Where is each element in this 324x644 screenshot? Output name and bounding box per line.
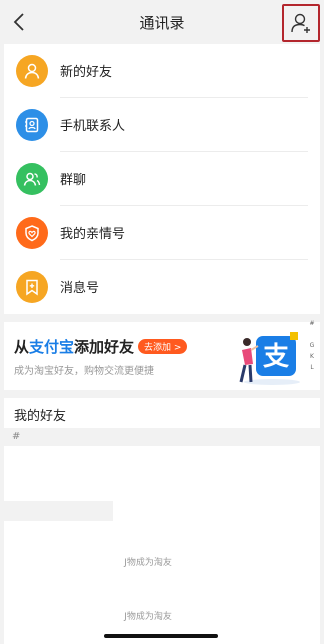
alipay-add-friend-banner[interactable]: 从支付宝添加好友 去添加 > 成为淘宝好友，购物交流更便捷 支 [4, 322, 320, 390]
page-title: 通讯录 [139, 14, 185, 32]
menu-item-label: 手机联系人 [60, 119, 126, 134]
top-bar: 通讯录 [0, 0, 324, 44]
menu-item-phone-contacts[interactable]: 手机联系人 [4, 98, 320, 152]
menu-item-family-number[interactable]: 我的亲情号 [4, 206, 320, 260]
contact-book-icon [16, 109, 48, 141]
menu-item-label: 群聊 [60, 173, 87, 188]
go-add-button[interactable]: 去添加 > [138, 339, 188, 354]
svg-text:支: 支 [263, 342, 289, 372]
menu-item-label: 我的亲情号 [60, 227, 126, 242]
person-icon [16, 55, 48, 87]
friend-item-text: J物成为淘友 [124, 612, 172, 622]
menu-item-label: 消息号 [60, 281, 100, 296]
menu-item-group-chat[interactable]: 群聊 [4, 152, 320, 206]
placeholder-block [4, 501, 113, 521]
alpha-index-item[interactable]: L [308, 362, 316, 373]
menu-item-message-account[interactable]: 消息号 [4, 260, 320, 314]
banner-title: 从支付宝添加好友 去添加 > [14, 336, 188, 357]
alipay-illustration-icon: 支 [239, 332, 300, 385]
banner-title-prefix: 从 [14, 338, 30, 356]
menu-item-new-friends[interactable]: 新的好友 [4, 44, 320, 98]
list-item[interactable]: J物成为淘友 [4, 609, 320, 622]
add-friend-button[interactable] [282, 4, 320, 42]
contacts-menu: 新的好友 手机联系人 群聊 我的亲情号 消息号 [4, 44, 320, 314]
banner-title-suffix: 添加好友 [74, 338, 135, 356]
my-friends-section: 我的好友 # J物成为淘友 J物成为淘友 [4, 398, 320, 644]
home-indicator[interactable] [104, 634, 218, 638]
section-heading: 我的好友 [14, 409, 67, 424]
list-item[interactable]: J物成为淘友 [4, 555, 320, 568]
alipay-text: 支付宝 [29, 338, 75, 356]
alpha-index-item[interactable]: # [308, 318, 316, 329]
alpha-index-item[interactable]: G [308, 340, 316, 351]
alphabet-index[interactable]: # G K L [308, 318, 316, 373]
menu-item-label: 新的好友 [60, 65, 113, 80]
add-person-icon [291, 13, 310, 33]
friend-item-text: J物成为淘友 [124, 558, 172, 568]
index-header: # [4, 428, 320, 446]
alpha-index-item[interactable]: K [308, 351, 316, 362]
bookmark-plus-icon [16, 271, 48, 303]
family-shield-icon [16, 217, 48, 249]
group-icon [16, 163, 48, 195]
banner-subtitle: 成为淘宝好友，购物交流更便捷 [14, 366, 154, 377]
